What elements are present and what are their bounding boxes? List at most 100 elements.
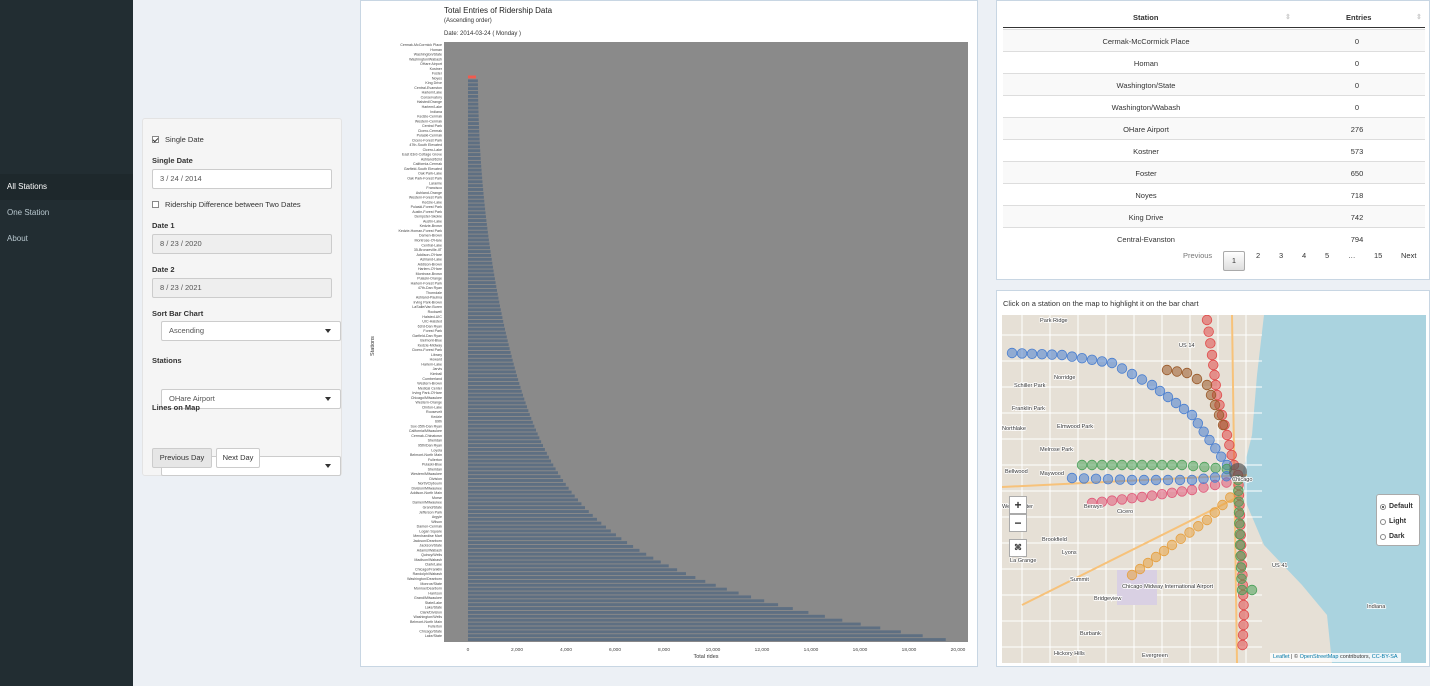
zoom-in-button[interactable]: + — [1009, 496, 1027, 514]
layer-default[interactable]: Default — [1380, 499, 1416, 514]
sort-select-value: Ascending — [169, 326, 205, 335]
station-marker — [1158, 545, 1170, 557]
entries-cell: 0 — [1354, 103, 1360, 112]
date1-label: Date 1 — [152, 221, 175, 230]
sidebar-item-about[interactable]: About — [0, 226, 133, 252]
pagination-page-1[interactable]: 1 — [1223, 251, 1245, 271]
bar-chart-panel: Total Entries of Ridership Data (Ascendi… — [360, 0, 978, 667]
radio-icon[interactable] — [1380, 533, 1386, 540]
map-place-label: Bridgeview — [1094, 596, 1122, 602]
station-marker — [1184, 527, 1195, 538]
station-marker — [1205, 338, 1216, 349]
table-row[interactable]: Central-Evanston 794 — [1003, 227, 1425, 249]
previous-day-button[interactable]: Previous Day — [152, 448, 212, 468]
map-place-label: Burbank — [1080, 631, 1101, 637]
reset-view-icon[interactable]: ⌘ — [1009, 539, 1027, 557]
diff-checkbox[interactable] — [152, 201, 159, 208]
table-row[interactable]: Washington/State 0 — [1003, 73, 1425, 95]
map-place-label: Elmwood Park — [1057, 424, 1093, 430]
station-tick-label: Montrose-Brown — [416, 272, 442, 276]
station-tick-label: Addison-Brown — [418, 262, 442, 266]
radio-icon[interactable] — [1380, 503, 1386, 510]
sort-select[interactable]: Ascending — [161, 321, 341, 341]
map-place-label: Chicago Midway International Airport — [1122, 584, 1214, 590]
table-row[interactable]: OHare Airport 276 — [1003, 117, 1425, 139]
station-tick-label: North/Clybourn — [418, 482, 442, 486]
table-row[interactable]: Homan 0 — [1003, 51, 1425, 73]
bar — [468, 304, 500, 308]
column-header-station[interactable]: Station — [1133, 13, 1158, 22]
layer-light[interactable]: Light — [1380, 514, 1416, 529]
bar — [468, 564, 669, 568]
station-tick-label: Francisco — [426, 186, 442, 190]
table-row[interactable]: Kostner 573 — [1003, 139, 1425, 161]
bar — [468, 444, 543, 448]
station-tick-label: Rockwell — [428, 310, 443, 314]
single-date-input[interactable]: 3 / 24 / 2014 — [152, 169, 332, 189]
pagination-page-3[interactable]: 3 — [1279, 251, 1283, 260]
x-axis-label: Total rides — [693, 654, 718, 660]
station-tick-label: Montrose-O'Hare — [415, 238, 442, 242]
bar — [468, 370, 516, 374]
station-tick-label: Kedzie — [431, 415, 442, 419]
station-tick-label: Conservatory — [421, 95, 443, 99]
pagination-page-2[interactable]: 2 — [1256, 251, 1260, 260]
bar — [468, 308, 501, 312]
bar — [468, 397, 525, 401]
station-marker — [1106, 357, 1118, 369]
station-tick-label: Clark/Division — [420, 610, 442, 614]
column-header-entries[interactable]: Entries — [1346, 13, 1371, 22]
station-marker — [1150, 551, 1162, 563]
sidebar-item-one-station[interactable]: One Station — [0, 200, 133, 226]
station-tick-label: Merchandise Mart — [413, 534, 442, 538]
date1-input[interactable]: 8 / 23 / 2020 — [152, 234, 332, 254]
bar — [468, 475, 561, 479]
station-marker — [1134, 563, 1146, 575]
zoom-out-button[interactable]: − — [1009, 514, 1027, 532]
bar — [468, 556, 654, 560]
single-date-checkbox-row[interactable]: Single Date — [152, 135, 332, 144]
leaflet-link[interactable]: Leaflet — [1273, 654, 1290, 660]
station-marker — [1078, 473, 1090, 484]
license-link[interactable]: CC-BY-SA — [1372, 654, 1398, 660]
radio-icon[interactable] — [1380, 518, 1386, 525]
station-tick-label: Pulaski-Orange — [417, 277, 442, 281]
pagination-page-5[interactable]: 5 — [1325, 251, 1329, 260]
bar — [468, 599, 765, 603]
pagination-next[interactable]: Next — [1401, 251, 1416, 260]
station-marker — [1162, 474, 1174, 486]
station-marker — [1233, 507, 1245, 518]
entries-cell: 742 — [1350, 213, 1364, 222]
pagination-previous[interactable]: Previous — [1183, 251, 1212, 260]
sidebar-item-all-stations[interactable]: All Stations — [0, 174, 133, 200]
bar — [468, 110, 479, 114]
bar — [468, 576, 696, 579]
bar — [468, 568, 678, 572]
table-row[interactable]: Noyes 718 — [1003, 183, 1425, 205]
station-tick-label: Halsted/Orange — [417, 100, 442, 104]
controls-panel: Single Date Single Date 3 / 24 / 2014 Ri… — [142, 118, 342, 476]
pagination-page-15[interactable]: 15 — [1374, 251, 1382, 260]
bar — [468, 238, 489, 242]
single-date-checkbox[interactable] — [152, 136, 159, 143]
bar — [468, 265, 493, 269]
station-tick-label: Lake/State — [425, 606, 442, 610]
bar — [468, 420, 533, 424]
layer-dark[interactable]: Dark — [1380, 529, 1416, 544]
table-row[interactable]: Cermak-McCormick Place 0 — [1003, 29, 1425, 51]
bar — [468, 467, 556, 471]
bar — [468, 176, 483, 180]
sort-icon[interactable]: ⇕ — [1416, 13, 1422, 21]
date2-input[interactable]: 8 / 23 / 2021 — [152, 278, 332, 298]
station-map[interactable]: Park Ridge Norridge Schiller Park Franklin … — [1002, 315, 1426, 663]
table-row[interactable]: Washington/Wabash 0 — [1003, 95, 1425, 117]
pagination-page-4[interactable]: 4 — [1302, 251, 1306, 260]
sort-icon[interactable]: ⇕ — [1285, 13, 1291, 21]
bar — [468, 351, 511, 354]
diff-checkbox-row[interactable]: Ridership Difference between Two Dates — [152, 200, 332, 209]
station-marker — [1237, 629, 1249, 641]
table-row[interactable]: King Drive 742 — [1003, 205, 1425, 227]
osm-link[interactable]: OpenStreetMap — [1300, 654, 1339, 660]
next-day-button[interactable]: Next Day — [216, 448, 260, 468]
table-row[interactable]: Foster 650 — [1003, 161, 1425, 183]
